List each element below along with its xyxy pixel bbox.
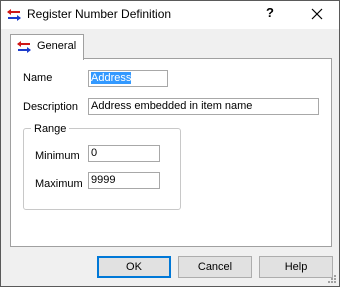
- maximum-field[interactable]: 9999: [88, 172, 160, 189]
- description-field-value: Address embedded in item name: [91, 100, 253, 112]
- register-arrows-icon: [7, 9, 21, 21]
- maximum-label: Maximum: [35, 178, 83, 190]
- window-title: Register Number Definition: [27, 7, 172, 21]
- help-button[interactable]: Help: [259, 256, 333, 278]
- close-icon[interactable]: [305, 2, 329, 26]
- title-bar[interactable]: Register Number Definition ?: [1, 1, 339, 29]
- range-group-title: Range: [31, 123, 70, 135]
- help-title-button[interactable]: ?: [266, 5, 274, 20]
- minimum-field[interactable]: 0: [88, 145, 160, 162]
- description-field[interactable]: Address embedded in item name: [88, 98, 319, 115]
- resize-grip-icon[interactable]: [327, 274, 337, 284]
- general-panel: Name Address Description Address embedde…: [10, 58, 332, 247]
- maximum-field-value: 9999: [91, 174, 116, 186]
- description-label: Description: [23, 101, 79, 113]
- minimum-label: Minimum: [35, 150, 80, 162]
- name-field[interactable]: Address: [88, 70, 168, 87]
- range-groupbox: [23, 128, 181, 210]
- tab-general-label: General: [37, 40, 77, 52]
- tab-general[interactable]: General: [10, 34, 84, 60]
- register-arrows-icon: [17, 41, 31, 53]
- name-label: Name: [23, 72, 53, 84]
- ok-button[interactable]: OK: [97, 256, 171, 278]
- dialog-window: Register Number Definition ? General Nam…: [0, 0, 340, 287]
- name-field-value: Address: [91, 72, 132, 84]
- minimum-field-value: 0: [91, 147, 98, 159]
- cancel-button[interactable]: Cancel: [178, 256, 252, 278]
